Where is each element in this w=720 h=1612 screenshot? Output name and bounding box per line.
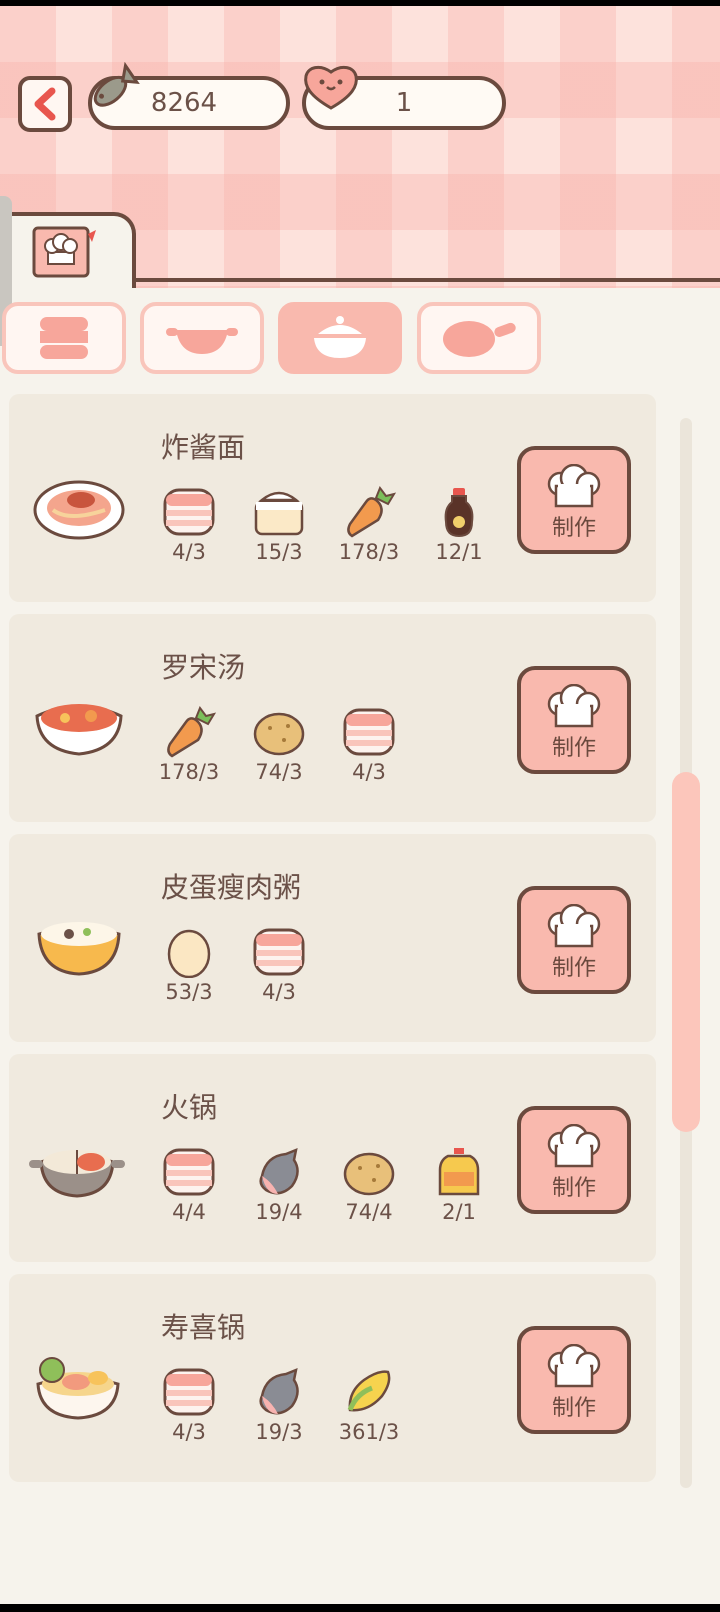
ingredient-soy-sauce: 12/1 xyxy=(413,486,505,564)
ingredient-fish: 19/3 xyxy=(233,1366,325,1444)
ingredient-potato: 74/4 xyxy=(323,1146,415,1224)
ingredient-count: 4/3 xyxy=(352,760,386,784)
frying-pan-icon xyxy=(443,321,516,357)
back-button[interactable] xyxy=(18,76,72,132)
ingredient-fish: 19/4 xyxy=(233,1146,325,1224)
recipe-name: 罗宋汤 xyxy=(161,651,246,684)
potato-icon xyxy=(343,1152,395,1196)
make-button[interactable]: 制作 xyxy=(517,1326,631,1434)
fish-icon xyxy=(259,1367,299,1415)
ingredient-meat: 4/3 xyxy=(233,926,325,1004)
make-button-label: 制作 xyxy=(551,1176,596,1201)
recipe-book-icon xyxy=(32,226,96,278)
recipe-name: 火锅 xyxy=(161,1091,218,1124)
congee-bowl-dish-icon xyxy=(37,922,121,976)
ingredient-count: 19/4 xyxy=(255,1200,303,1224)
ingredient-count: 15/3 xyxy=(255,540,303,564)
meat-icon xyxy=(163,1148,215,1196)
chef-hat-icon xyxy=(547,684,601,728)
recipe-name: 寿喜锅 xyxy=(161,1311,246,1344)
heart-icon xyxy=(304,65,358,110)
list-scrollbar-thumb[interactable] xyxy=(672,772,700,1132)
carrot-icon xyxy=(167,706,216,758)
category-steamer-button[interactable] xyxy=(2,302,126,374)
clay-pot-icon xyxy=(314,316,366,358)
sukiyaki-dish-icon xyxy=(36,1357,120,1420)
chef-hat-icon xyxy=(547,1124,601,1168)
fish-currency-value: 8264 xyxy=(150,88,218,118)
chef-hat-icon xyxy=(547,1344,601,1388)
ingredient-count: 19/3 xyxy=(255,1420,303,1444)
ingredient-corn: 361/3 xyxy=(323,1366,415,1444)
recipe-card: 罗宋汤 178/3 74/3 4/3 制作 xyxy=(9,614,656,822)
meat-icon xyxy=(163,1368,215,1416)
potato-icon xyxy=(253,712,305,756)
meat-icon xyxy=(253,928,305,976)
make-button-label: 制作 xyxy=(551,956,596,981)
carrot-icon xyxy=(347,486,396,538)
ingredient-count: 12/1 xyxy=(435,540,483,564)
meat-icon xyxy=(163,488,215,536)
ingredient-egg: 53/3 xyxy=(143,926,235,1004)
heart-count-value: 1 xyxy=(395,88,413,118)
category-pot-button[interactable] xyxy=(278,302,402,374)
recipe-card: 炸酱面 4/3 15/3 178/3 12/1 制作 xyxy=(9,394,656,602)
ingredient-potato: 74/3 xyxy=(233,706,325,784)
ingredient-count: 178/3 xyxy=(338,540,400,564)
ingredient-meat: 4/4 xyxy=(143,1146,235,1224)
category-pan-button[interactable] xyxy=(417,302,541,374)
soy-sauce-icon xyxy=(444,488,474,538)
chef-hat-icon xyxy=(547,904,601,948)
tab-recipe-book[interactable] xyxy=(0,212,136,288)
wok-icon xyxy=(166,328,238,354)
ingredient-count: 2/1 xyxy=(442,1200,476,1224)
ingredient-carrot: 178/3 xyxy=(323,486,415,564)
fish-icon xyxy=(259,1147,299,1195)
category-wok-button[interactable] xyxy=(140,302,264,374)
chevron-left-icon xyxy=(34,87,56,121)
ingredient-meat: 4/3 xyxy=(323,706,415,784)
recipe-name: 炸酱面 xyxy=(161,431,246,464)
make-button-label: 制作 xyxy=(551,736,596,761)
oil-bottle-icon xyxy=(438,1148,480,1196)
ingredient-oil: 2/1 xyxy=(413,1146,505,1224)
recipe-card: 火锅 4/4 19/4 74/4 2/1 制作 xyxy=(9,1054,656,1262)
zhajiang-noodle-dish-icon xyxy=(33,480,125,540)
flour-icon xyxy=(254,491,304,536)
make-button[interactable]: 制作 xyxy=(517,666,631,774)
navigation-bar xyxy=(0,1604,720,1612)
chef-hat-icon xyxy=(547,464,601,508)
make-button[interactable]: 制作 xyxy=(517,446,631,554)
borscht-soup-dish-icon xyxy=(35,704,123,756)
ingredient-count: 74/3 xyxy=(255,760,303,784)
tab-strip xyxy=(0,212,720,288)
ingredient-flour: 15/3 xyxy=(233,486,325,564)
ingredient-carrot: 178/3 xyxy=(143,706,235,784)
ingredient-count: 4/3 xyxy=(262,980,296,1004)
ingredient-count: 4/4 xyxy=(172,1200,206,1224)
ingredient-meat: 4/3 xyxy=(143,486,235,564)
make-button-label: 制作 xyxy=(551,516,596,541)
ingredient-count: 4/3 xyxy=(172,1420,206,1444)
hotpot-dish-icon xyxy=(29,1150,125,1198)
egg-icon xyxy=(167,929,211,978)
ingredient-count: 53/3 xyxy=(165,980,213,1004)
ingredient-count: 361/3 xyxy=(338,1420,400,1444)
make-button[interactable]: 制作 xyxy=(517,1106,631,1214)
make-button-label: 制作 xyxy=(551,1396,596,1421)
ingredient-count: 74/4 xyxy=(345,1200,393,1224)
make-button[interactable]: 制作 xyxy=(517,886,631,994)
ingredient-count: 4/3 xyxy=(172,540,206,564)
steamer-icon xyxy=(40,317,88,359)
recipe-name: 皮蛋瘦肉粥 xyxy=(161,871,302,904)
ingredient-meat: 4/3 xyxy=(143,1366,235,1444)
corn-icon xyxy=(347,1370,391,1412)
meat-icon xyxy=(343,708,395,756)
recipe-card: 寿喜锅 4/3 19/3 361/3 制作 xyxy=(9,1274,656,1482)
fish-currency-icon xyxy=(93,62,140,107)
recipe-card: 皮蛋瘦肉粥 53/3 4/3 制作 xyxy=(9,834,656,1042)
ingredient-count: 178/3 xyxy=(158,760,220,784)
